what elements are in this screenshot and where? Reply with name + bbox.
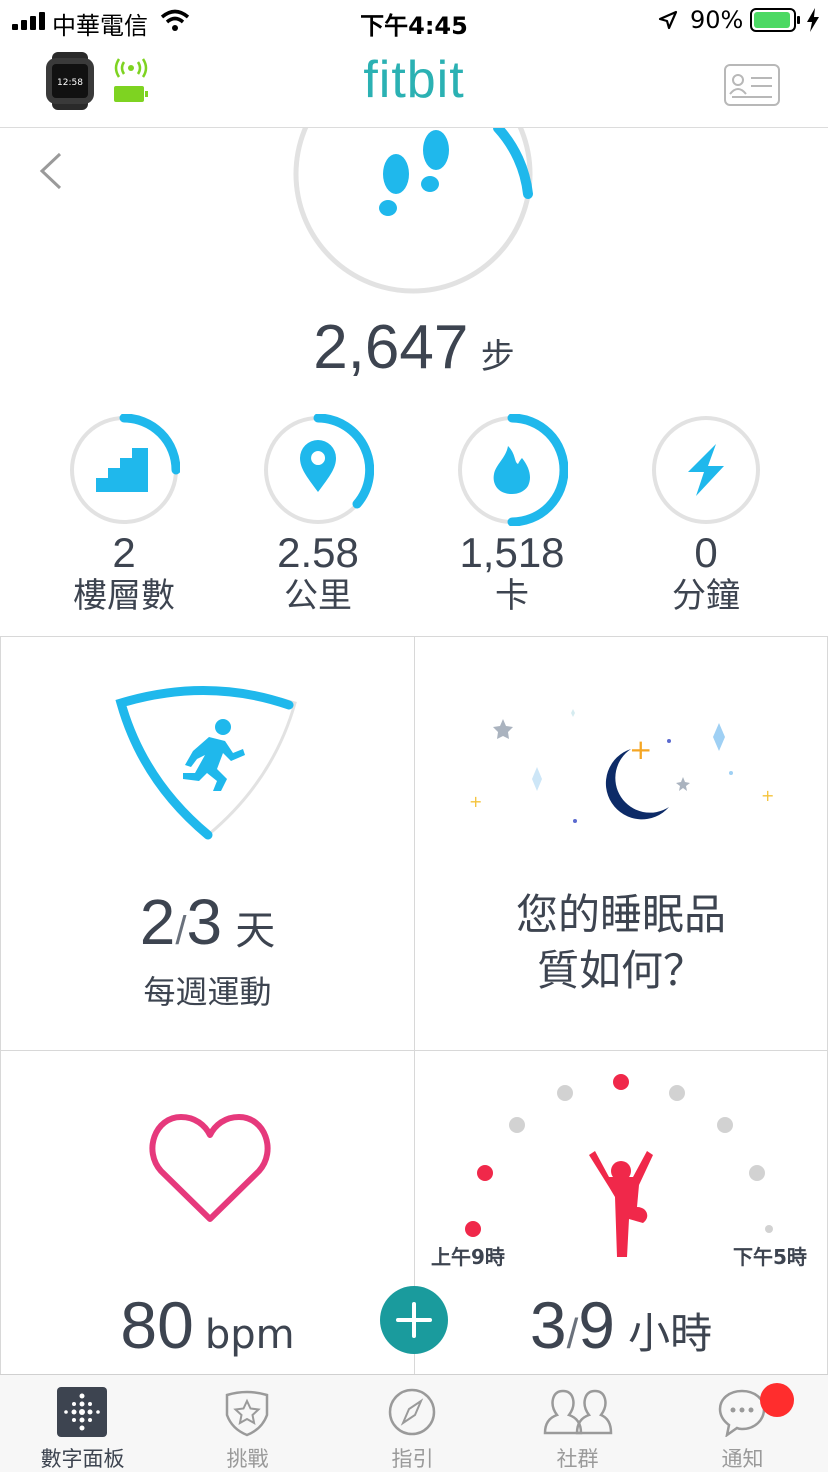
- sleep-question-line1: 您的睡眠品: [515, 890, 726, 939]
- sleep-question: 您的睡眠品 質如何？: [415, 887, 827, 999]
- stairs-icon: [96, 448, 148, 492]
- tab-notifications-label: 通知: [721, 1447, 764, 1471]
- exercise-tile[interactable]: 2/3 天 每週運動: [0, 636, 415, 1051]
- flame-icon: [493, 446, 530, 494]
- distance-ring[interactable]: [262, 414, 374, 526]
- back-chevron-icon[interactable]: [38, 150, 64, 192]
- active-minutes-ring[interactable]: [650, 414, 762, 526]
- notification-badge: [760, 1383, 794, 1417]
- exercise-label: 每週運動: [143, 973, 272, 1011]
- hourly-count: 3/9 小時: [529, 1288, 713, 1362]
- heart-icon: [149, 1114, 271, 1222]
- charging-bolt-icon: [807, 8, 819, 32]
- distance-stat: 2.58 公里: [238, 529, 398, 617]
- heart-rate-value: 80: [120, 1288, 194, 1362]
- heart-rate-tile[interactable]: 80 bpm: [0, 1050, 415, 1375]
- floors-ring[interactable]: [68, 414, 180, 526]
- battery-icon: [750, 8, 800, 32]
- profile-card-icon[interactable]: [724, 64, 780, 106]
- exercise-done: 2: [139, 886, 176, 958]
- active-minutes-stat: 0 分鐘: [626, 529, 786, 617]
- chat-bubble-icon: [718, 1389, 766, 1437]
- distance-value: 2.58: [277, 529, 359, 576]
- tab-challenges-label: 挑戰: [226, 1447, 269, 1471]
- heart-rate-unit: bpm: [204, 1312, 295, 1358]
- tab-notifications[interactable]: 通知: [660, 1375, 825, 1473]
- fitbit-logo: fitbit: [363, 51, 465, 109]
- runner-icon: [183, 719, 245, 791]
- star-icon: [493, 719, 513, 739]
- footsteps-icon: [379, 130, 449, 216]
- location-arrow-icon: [658, 10, 678, 30]
- night-sky-illustration: + + +: [469, 709, 774, 823]
- steps-unit: 步: [480, 338, 515, 376]
- distance-label: 公里: [284, 576, 352, 616]
- exercise-goal: 3: [186, 886, 223, 958]
- floors-value: 2: [112, 529, 136, 576]
- tab-guidance-label: 指引: [391, 1447, 434, 1471]
- heart-rate-reading: 80 bpm: [1, 1287, 414, 1363]
- active-minutes-value: 0: [694, 529, 718, 576]
- active-minutes-label: 分鐘: [672, 576, 740, 616]
- sleep-question-line2: 質如何？: [536, 946, 705, 995]
- hourly-goal: 9: [578, 1288, 615, 1362]
- tab-challenges[interactable]: 挑戰: [165, 1375, 330, 1473]
- calories-label: 卡: [495, 576, 529, 616]
- hourly-end-label: 下午5時: [733, 1245, 807, 1269]
- exercise-shield: [115, 686, 297, 840]
- hourly-unit: 小時: [628, 1309, 713, 1358]
- sleep-tile[interactable]: + + + 您的睡眠品 質如何？: [414, 636, 828, 1051]
- hourly-dots: [465, 1074, 773, 1257]
- calories-ring[interactable]: [456, 414, 568, 526]
- battery-percent: 90%: [690, 6, 744, 34]
- steps-value: 2,647: [313, 313, 469, 382]
- tab-guidance[interactable]: 指引: [330, 1375, 495, 1473]
- calories-stat: 1,518 卡: [432, 529, 592, 617]
- hourly-done: 3: [529, 1288, 567, 1362]
- plus-icon: [396, 1302, 432, 1338]
- friends-icon: [543, 1389, 613, 1435]
- calories-value: 1,518: [459, 529, 565, 576]
- status-bar: 中華電信 下午4:45 90%: [0, 0, 828, 42]
- hourly-start-label: 上午9時: [431, 1245, 505, 1269]
- steps-count: 2,647 步: [0, 312, 828, 383]
- add-button[interactable]: [380, 1286, 448, 1354]
- exercise-count: 2/3 天: [139, 886, 276, 958]
- tab-dashboard-label: 數字面板: [40, 1447, 125, 1471]
- dashboard-icon: [57, 1387, 107, 1437]
- svg-text:+: +: [761, 786, 774, 805]
- tab-community-label: 社群: [556, 1447, 599, 1471]
- tab-dashboard[interactable]: 數字面板: [0, 1375, 165, 1473]
- stretching-person-icon: [589, 1151, 653, 1257]
- svg-text:+: +: [629, 733, 652, 766]
- compass-icon: [388, 1388, 436, 1436]
- floors-label: 樓層數: [73, 576, 175, 616]
- tab-community[interactable]: 社群: [495, 1375, 660, 1473]
- hourly-activity-tile[interactable]: 上午9時 下午5時 3/9 小時: [414, 1050, 828, 1375]
- exercise-unit: 天: [235, 908, 276, 954]
- svg-text:+: +: [469, 792, 482, 811]
- location-pin-icon: [300, 440, 336, 492]
- tab-bar: 數字面板 挑戰 指引 社群 通知: [0, 1374, 828, 1472]
- app-header: 12:58 fitbit: [0, 42, 828, 128]
- floors-stat: 2 樓層數: [44, 529, 204, 617]
- challenge-star-icon: [225, 1390, 269, 1437]
- lightning-icon: [688, 444, 724, 496]
